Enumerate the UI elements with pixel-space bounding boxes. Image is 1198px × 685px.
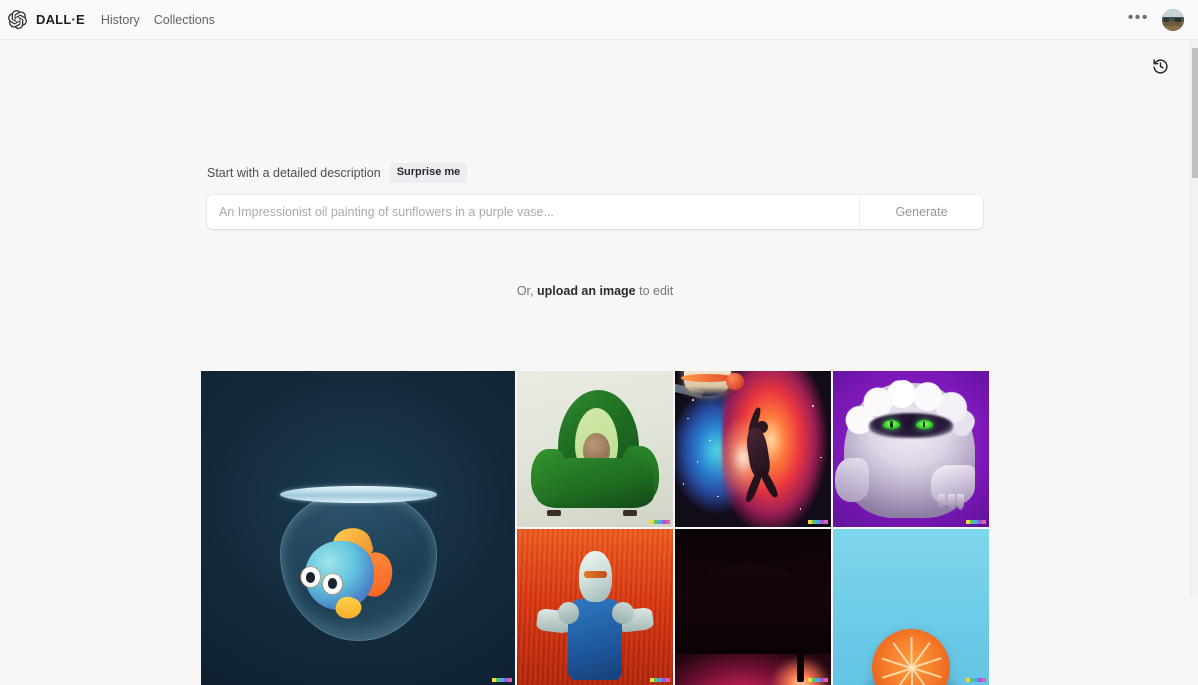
fish-artwork: [201, 371, 515, 685]
furry-monster-artwork: [833, 371, 989, 527]
page-scrollbar[interactable]: [1190, 41, 1198, 597]
prompt-row: Generate: [207, 195, 983, 229]
dalle-watermark: [966, 678, 986, 682]
history-clock-icon[interactable]: [1148, 54, 1172, 78]
user-avatar[interactable]: [1162, 8, 1184, 31]
gallery-tile-avocado-armchair[interactable]: [517, 371, 673, 527]
openai-logo-icon[interactable]: [7, 9, 28, 30]
generate-button[interactable]: Generate: [859, 195, 983, 229]
prompt-label: Start with a detailed description: [207, 166, 381, 180]
dalle-watermark: [808, 520, 828, 524]
gallery-tile-orange-slice[interactable]: [833, 529, 989, 685]
avocado-chair-artwork: [517, 371, 673, 527]
gallery-tile-furry-purple-monster[interactable]: [833, 371, 989, 527]
cosmic-dunk-artwork: [675, 371, 831, 527]
gallery-column-left: [201, 371, 515, 685]
upload-hint-prefix: Or,: [516, 284, 534, 298]
brand-title: DALL·E: [36, 12, 85, 27]
gallery-tile-fish-in-bowl[interactable]: [201, 371, 515, 685]
dalle-watermark: [650, 520, 670, 524]
prompt-input[interactable]: [207, 195, 859, 229]
main-content: Start with a detailed description Surpri…: [0, 41, 1190, 685]
scrollbar-thumb[interactable]: [1192, 48, 1198, 178]
dalle-watermark: [492, 678, 512, 682]
dark-landscape-artwork: [675, 529, 831, 685]
gallery-tile-cosmic-basketball-dunk[interactable]: [675, 371, 831, 527]
more-options-icon[interactable]: •••: [1122, 8, 1155, 32]
gallery-column-right: [517, 371, 989, 685]
dalle-watermark: [650, 678, 670, 682]
nav-link-collections[interactable]: Collections: [154, 13, 215, 27]
upload-hint: Or, upload an image to edit: [207, 284, 983, 298]
robot-artwork: [517, 529, 673, 685]
gallery-tile-robot-painting[interactable]: [517, 529, 673, 685]
upload-an-image-link[interactable]: upload an image: [537, 284, 636, 298]
prompt-area: Start with a detailed description Surpri…: [207, 163, 983, 229]
sample-gallery: [201, 371, 989, 685]
prompt-header: Start with a detailed description Surpri…: [207, 163, 983, 183]
nav-link-history[interactable]: History: [101, 13, 140, 27]
surprise-me-button[interactable]: Surprise me: [389, 163, 468, 183]
orange-slice-artwork: [833, 529, 989, 685]
app-header: DALL·E History Collections •••: [0, 0, 1198, 40]
dalle-watermark: [966, 520, 986, 524]
upload-hint-suffix: to edit: [639, 284, 674, 298]
gallery-tile-dark-crimson-landscape[interactable]: [675, 529, 831, 685]
dalle-watermark: [808, 678, 828, 682]
